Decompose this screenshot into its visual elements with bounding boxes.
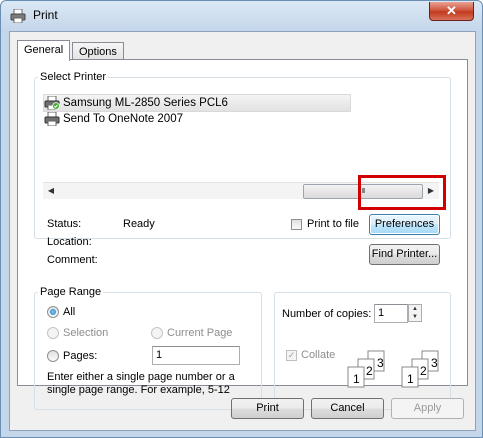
general-tab-panel: Select Printer Samsung ML-2850 Series PC…	[17, 59, 468, 410]
preferences-highlight-box	[358, 175, 446, 210]
spin-down-icon[interactable]: ▼	[409, 313, 421, 321]
status-label: Status:	[47, 218, 82, 230]
printer-icon	[10, 9, 26, 23]
printer-name: Send To OneNote 2007	[63, 113, 183, 125]
collate-page-3: 3	[431, 356, 438, 370]
scroll-left-icon[interactable]: ◀	[43, 183, 59, 199]
status-value: Ready	[123, 218, 155, 230]
page-range-hint: Enter either a single page number or a s…	[47, 371, 235, 396]
copies-input[interactable]: 1	[374, 304, 408, 323]
collate-page-3: 3	[377, 356, 384, 370]
printer-name: Samsung ML-2850 Series PCL6	[63, 97, 228, 109]
default-printer-icon	[44, 96, 60, 110]
spin-up-icon[interactable]: ▲	[409, 305, 421, 313]
collate-page-2: 2	[420, 364, 427, 378]
printer-item-onenote[interactable]: Send To OneNote 2007	[44, 111, 183, 127]
print-to-file-checkbox[interactable]	[291, 219, 302, 230]
collate-pages-icon: 3 2 1	[347, 350, 385, 388]
close-button[interactable]: ✕	[429, 2, 474, 21]
tab-options[interactable]: Options	[72, 42, 124, 60]
window-title: Print	[33, 8, 58, 22]
print-button[interactable]: Print	[231, 398, 304, 419]
comment-label: Comment:	[47, 254, 98, 266]
cancel-button[interactable]: Cancel	[311, 398, 384, 419]
print-to-file-label[interactable]: Print to file	[307, 218, 359, 230]
collate-page-1: 1	[407, 372, 414, 386]
apply-button[interactable]: Apply	[391, 398, 464, 419]
collate-label[interactable]: Collate	[301, 349, 335, 361]
pages-input[interactable]: 1	[152, 346, 240, 365]
tab-general[interactable]: General	[17, 40, 71, 61]
page-range-label: Page Range	[38, 286, 104, 298]
dialog-body: General Options Select Printer Samsung M…	[9, 31, 476, 431]
current-page-label[interactable]: Current Page	[167, 327, 232, 339]
find-printer-button[interactable]: Find Printer...	[369, 244, 440, 265]
pages-label[interactable]: Pages:	[63, 350, 97, 362]
collate-page-1: 1	[353, 372, 360, 386]
current-page-radio[interactable]	[151, 327, 163, 339]
location-label: Location:	[47, 236, 92, 248]
select-printer-label: Select Printer	[38, 71, 109, 83]
printer-icon	[44, 112, 60, 126]
title-bar[interactable]: Print ✕	[1, 1, 482, 31]
all-radio[interactable]	[47, 306, 59, 318]
number-of-copies-label: Number of copies:	[282, 308, 372, 320]
collate-page-2: 2	[366, 364, 373, 378]
preferences-button[interactable]: Preferences	[369, 214, 440, 235]
print-dialog: Print ✕ General Options Select Printer S…	[0, 0, 483, 438]
collate-pages-icon: 3 2 1	[401, 350, 439, 388]
close-icon: ✕	[446, 3, 457, 18]
collate-checkbox[interactable]: ✓	[286, 350, 297, 361]
copies-spinner[interactable]: ▲ ▼	[408, 304, 422, 322]
printer-item-samsung[interactable]: Samsung ML-2850 Series PCL6	[43, 94, 351, 112]
selection-label[interactable]: Selection	[63, 327, 108, 339]
pages-radio[interactable]	[47, 350, 59, 362]
selection-radio[interactable]	[47, 327, 59, 339]
all-label[interactable]: All	[63, 306, 75, 318]
